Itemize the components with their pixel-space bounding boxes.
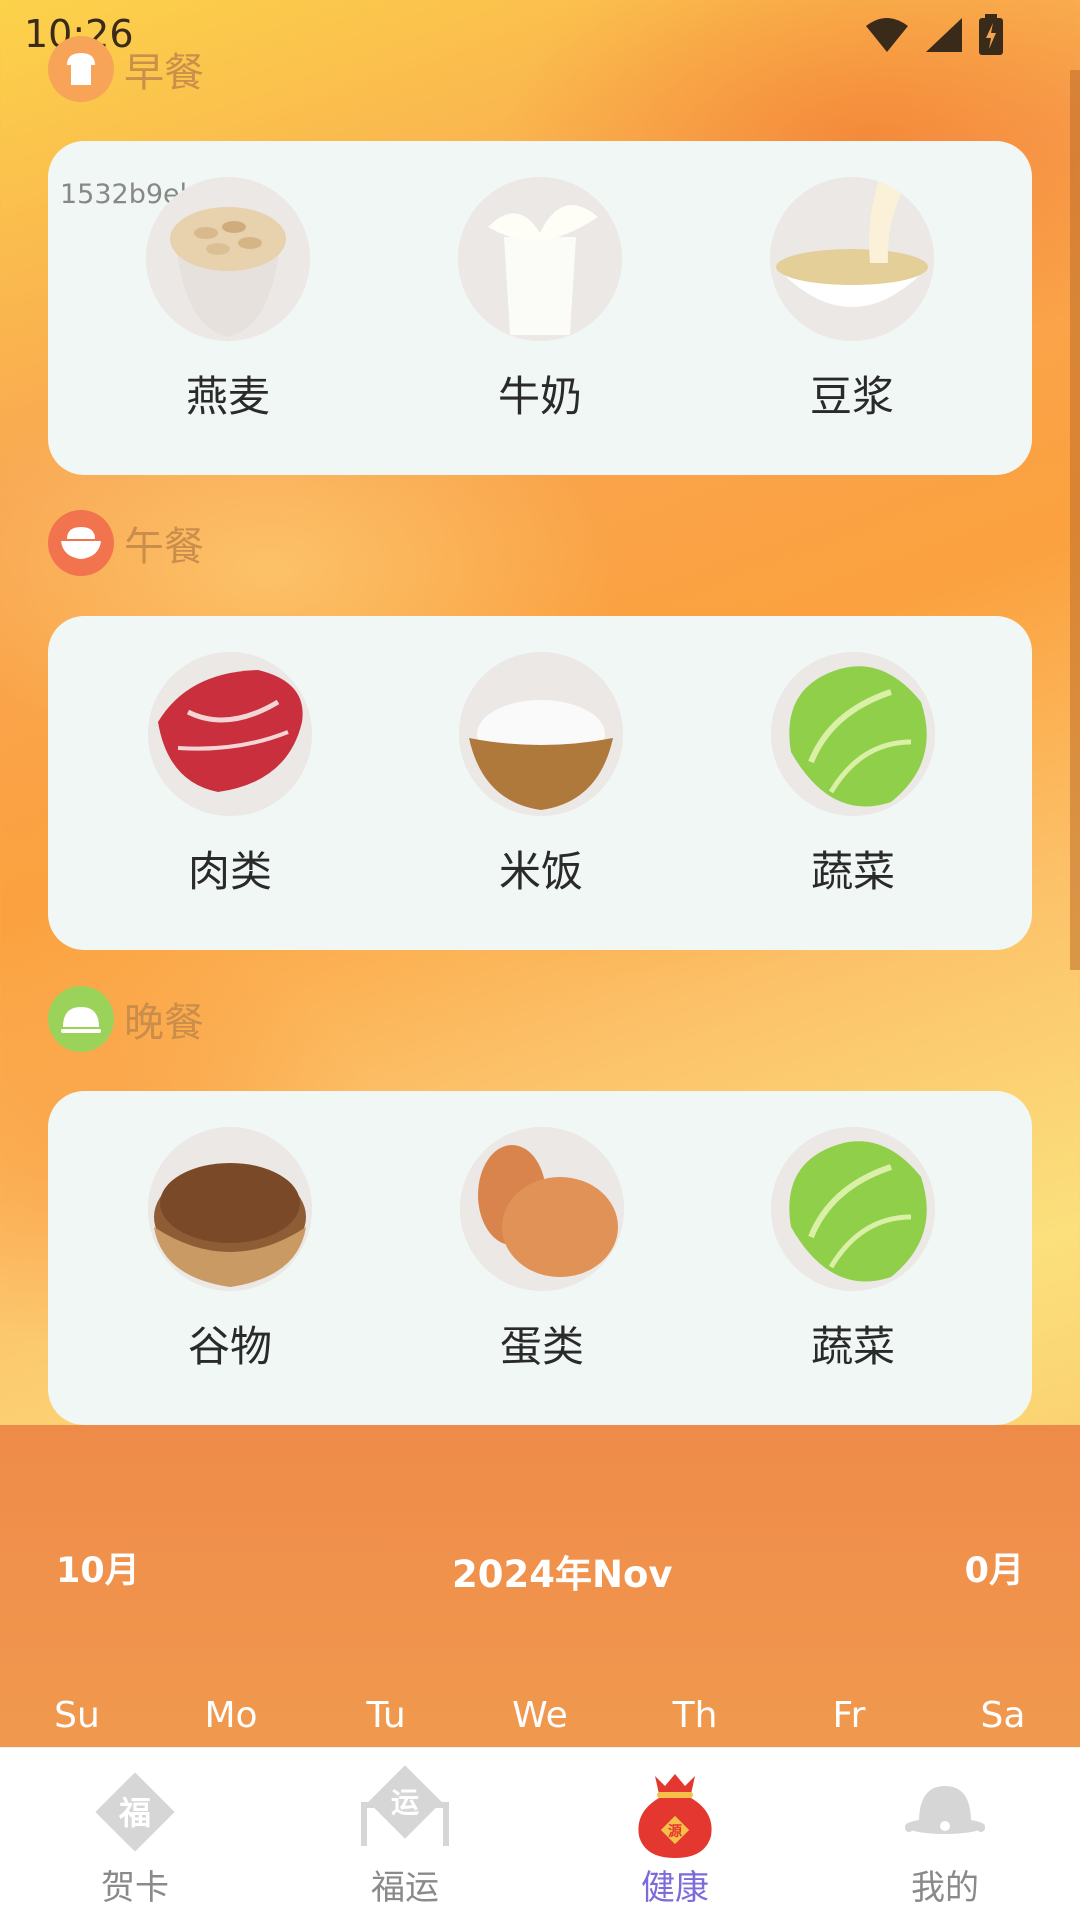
fortune-icon: 运 bbox=[361, 1765, 449, 1846]
milk-image bbox=[458, 177, 622, 341]
meat-image bbox=[148, 652, 312, 816]
yun-glyph: 运 bbox=[391, 1786, 419, 1819]
nav-label-cards: 贺卡 bbox=[101, 1868, 169, 1908]
meal-card-lunch: 肉类 米饭 蔬菜 bbox=[48, 616, 1032, 950]
battery-icon bbox=[979, 14, 1003, 55]
food-item-eggs[interactable]: 蛋类 bbox=[457, 1127, 627, 1374]
yuan-glyph: 源 bbox=[668, 1823, 682, 1840]
bottom-nav: 福 贺卡 运 福运 源 健康 我的 bbox=[0, 1747, 1080, 1920]
nav-item-fortune[interactable]: 运 福运 bbox=[305, 1748, 505, 1920]
weekday-thursday: Th bbox=[672, 1695, 718, 1736]
meal-title: 早餐 bbox=[124, 50, 204, 96]
weekday-monday: Mo bbox=[204, 1695, 258, 1736]
meal-header-lunch: 午餐 bbox=[48, 510, 204, 576]
food-label: 牛奶 bbox=[497, 372, 582, 421]
nav-item-profile[interactable]: 我的 bbox=[845, 1748, 1045, 1920]
nav-label-health: 健康 bbox=[641, 1868, 709, 1908]
food-item-vegetable[interactable]: 蔬菜 bbox=[768, 652, 938, 899]
food-label: 蔬菜 bbox=[810, 847, 895, 896]
nav-item-cards[interactable]: 福 贺卡 bbox=[35, 1748, 235, 1920]
meal-header-breakfast: 早餐 bbox=[48, 36, 204, 102]
food-item-milk[interactable]: 牛奶 bbox=[455, 177, 625, 424]
lettuce-image bbox=[771, 652, 935, 816]
fu-card-icon: 福 bbox=[95, 1772, 175, 1852]
food-label: 肉类 bbox=[187, 847, 272, 896]
rice-image bbox=[459, 652, 623, 816]
food-item-vegetable[interactable]: 蔬菜 bbox=[768, 1127, 938, 1374]
scrollbar[interactable] bbox=[1070, 70, 1080, 970]
weekday-saturday: Sa bbox=[980, 1695, 1026, 1736]
food-label: 谷物 bbox=[187, 1322, 272, 1371]
nav-label-profile: 我的 bbox=[911, 1868, 979, 1908]
nav-item-health[interactable]: 源 健康 bbox=[575, 1748, 775, 1920]
food-label: 米饭 bbox=[498, 847, 583, 896]
food-item-rice[interactable]: 米饭 bbox=[456, 652, 626, 899]
soymilk-image bbox=[770, 177, 934, 341]
weekday-friday: Fr bbox=[832, 1695, 866, 1736]
food-item-meat[interactable]: 肉类 bbox=[145, 652, 315, 899]
grain-image bbox=[148, 1127, 312, 1291]
food-label: 燕麦 bbox=[185, 372, 270, 421]
food-label: 蔬菜 bbox=[810, 1322, 895, 1371]
meal-card-breakfast: 1532b9eb 燕麦 牛奶 豆浆 bbox=[48, 141, 1032, 475]
meal-title: 午餐 bbox=[124, 524, 204, 570]
nav-label-fortune: 福运 bbox=[371, 1868, 439, 1908]
oats-image bbox=[146, 177, 310, 341]
bread-icon bbox=[48, 36, 114, 102]
calendar-prev-month[interactable]: 10月 bbox=[56, 1542, 140, 1593]
weekday-tuesday: Tu bbox=[366, 1695, 406, 1736]
wifi-icon bbox=[866, 18, 908, 52]
food-label: 豆浆 bbox=[809, 372, 894, 421]
status-icons bbox=[864, 14, 1004, 56]
food-label: 蛋类 bbox=[499, 1322, 584, 1371]
meal-header-dinner: 晚餐 bbox=[48, 986, 204, 1052]
meal-card-dinner: 谷物 蛋类 蔬菜 bbox=[48, 1091, 1032, 1425]
lettuce-image bbox=[771, 1127, 935, 1291]
food-item-oats[interactable]: 燕麦 bbox=[143, 177, 313, 424]
calendar-title: 2024年Nov bbox=[452, 1553, 673, 1596]
rice-bowl-icon bbox=[48, 510, 114, 576]
food-item-grain[interactable]: 谷物 bbox=[145, 1127, 315, 1374]
meal-title: 晚餐 bbox=[124, 1000, 204, 1046]
signal-icon bbox=[926, 18, 962, 52]
weekday-sunday: Su bbox=[54, 1695, 100, 1736]
eggs-image bbox=[460, 1127, 624, 1291]
calendar: 10月 2024年Nov 0月 Su Mo Tu We Th Fr Sa bbox=[0, 1425, 1080, 1747]
food-item-soymilk[interactable]: 豆浆 bbox=[767, 177, 937, 424]
fu-glyph: 福 bbox=[118, 1794, 151, 1832]
calendar-next-month[interactable]: 0月 bbox=[965, 1542, 1024, 1593]
weekday-wednesday: We bbox=[512, 1695, 568, 1736]
lucky-bag-icon: 源 bbox=[638, 1774, 712, 1858]
profile-icon bbox=[905, 1786, 985, 1834]
cloche-icon bbox=[48, 986, 114, 1052]
calendar-weekdays: Su Mo Tu We Th Fr Sa bbox=[0, 1695, 1080, 1745]
